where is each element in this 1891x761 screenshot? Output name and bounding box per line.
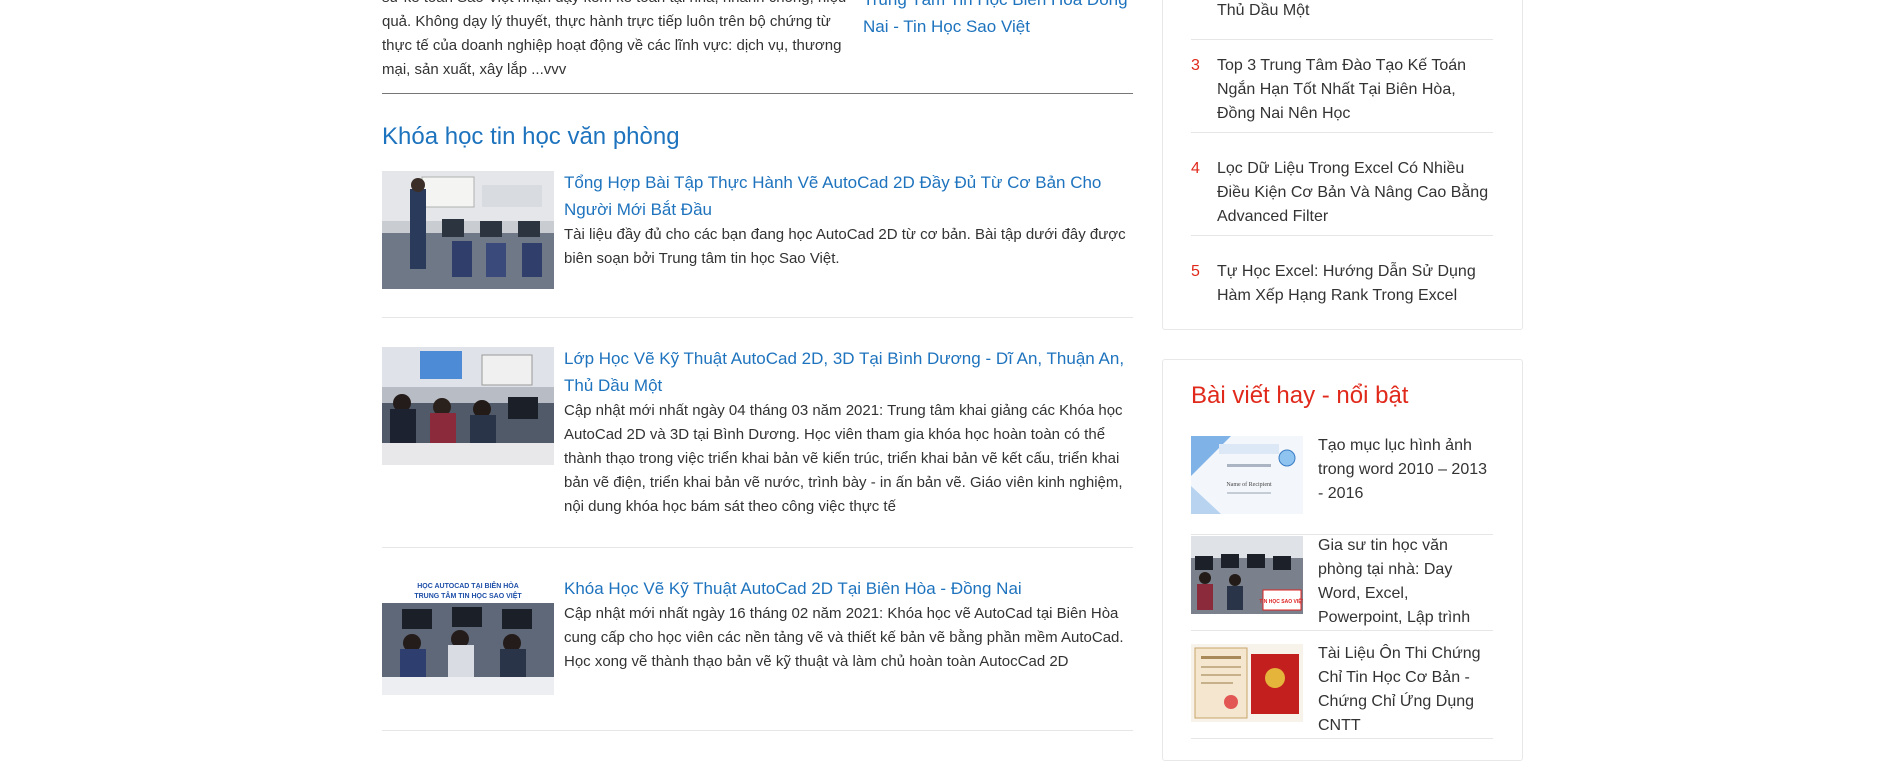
widget-title: Bài viết hay - nổi bật [1191,382,1409,409]
related-post-link[interactable]: Trung Tâm Tin Học Biên Hòa Đồng Nai - Ti… [863,0,1133,40]
featured-thumbnail[interactable] [1191,644,1303,722]
ranked-item[interactable]: 5 Tự Học Excel: Hướng Dẫn Sử Dụng Hàm Xế… [1191,260,1493,314]
ranked-item[interactable]: Thủ Dầu Một [1191,0,1493,40]
ranked-item-number: 3 [1191,57,1200,74]
ranked-item-title[interactable]: Tự Học Excel: Hướng Dẫn Sử Dụng Hàm Xếp … [1217,260,1493,308]
post-title-link[interactable]: Lớp Học Vẽ Kỹ Thuật AutoCad 2D, 3D Tại B… [564,345,1133,399]
post-thumbnail[interactable] [382,171,554,289]
classroom-photo-icon: TIN HỌC SAO VIỆT [1191,536,1303,614]
post-excerpt: Tài liệu đầy đủ cho các bạn đang học Aut… [564,226,1126,267]
post-item: Lớp Học Vẽ Kỹ Thuật AutoCad 2D, 3D Tại B… [382,347,1133,548]
ranked-item-title[interactable]: Top 3 Trung Tâm Đào Tạo Kế Toán Ngắn Hạn… [1217,54,1493,126]
featured-item-title[interactable]: Gia sư tin học văn phòng tại nhà: Day Wo… [1318,534,1493,630]
section-divider [382,93,1133,94]
featured-item[interactable]: TIN HỌC SAO VIỆT Gia sư tin học văn phòn… [1191,534,1493,631]
featured-thumbnail[interactable]: TIN HỌC SAO VIỆT [1191,536,1303,614]
classroom-photo-icon [382,171,554,289]
post-item: HỌC AUTOCAD TẠI BIÊN HÒA TRUNG TÂM TIN H… [382,577,1133,731]
post-body: Lớp Học Vẽ Kỹ Thuật AutoCad 2D, 3D Tại B… [564,345,1133,519]
post-title-link[interactable]: Khóa Học Vẽ Kỹ Thuật AutoCad 2D Tại Biên… [564,575,1133,602]
ranked-item-title[interactable]: Lọc Dữ Liệu Trong Excel Có Nhiều Điều Ki… [1217,157,1493,229]
post-thumbnail[interactable] [382,347,554,465]
previous-post-excerpt: sư kế toán Sao Việt nhận dạy kèm kế toán… [382,0,846,78]
ranked-item-title[interactable]: Thủ Dầu Một [1217,0,1493,23]
classroom-photo-icon [382,347,554,465]
featured-item-title[interactable]: Tạo mục lục hình ảnh trong word 2010 – 2… [1318,434,1493,506]
ranked-item[interactable]: 3 Top 3 Trung Tâm Đào Tạo Kế Toán Ngắn H… [1191,54,1493,133]
featured-item[interactable]: Name of Recipient Tạo mục lục hình ảnh t… [1191,434,1493,535]
svg-text:Name of Recipient: Name of Recipient [1226,481,1272,488]
featured-thumbnail[interactable]: Name of Recipient [1191,436,1303,514]
classroom-photo-icon: HỌC AUTOCAD TẠI BIÊN HÒA TRUNG TÂM TIN H… [382,577,554,695]
popular-posts-widget: Thủ Dầu Một 3 Top 3 Trung Tâm Đào Tạo Kế… [1162,0,1523,330]
svg-text:TIN HỌC SAO VIỆT: TIN HỌC SAO VIỆT [1259,597,1303,605]
post-excerpt: Cập nhật mới nhất ngày 04 tháng 03 năm 2… [564,402,1123,515]
ranked-item[interactable]: 4 Lọc Dữ Liệu Trong Excel Có Nhiều Điều … [1191,157,1493,236]
ranked-item-number: 5 [1191,263,1200,280]
featured-item[interactable]: Tài Liệu Ôn Thi Chứng Chỉ Tin Học Cơ Bản… [1191,642,1493,739]
post-body: Khóa Học Vẽ Kỹ Thuật AutoCad 2D Tại Biên… [564,575,1133,674]
post-item: Tổng Hợp Bài Tập Thực Hành Vẽ AutoCad 2D… [382,171,1133,318]
post-excerpt: Cập nhật mới nhất ngày 16 tháng 02 năm 2… [564,605,1124,670]
ranked-item-number: 4 [1191,160,1200,177]
certificate-image-icon: Name of Recipient [1191,436,1303,514]
post-title-link[interactable]: Tổng Hợp Bài Tập Thực Hành Vẽ AutoCad 2D… [564,169,1133,223]
post-body: Tổng Hợp Bài Tập Thực Hành Vẽ AutoCad 2D… [564,169,1133,271]
svg-text:TRUNG TÂM TIN HỌC SAO VIỆT: TRUNG TÂM TIN HỌC SAO VIỆT [414,591,522,600]
main-column: sư kế toán Sao Việt nhận dạy kèm kế toán… [382,0,1133,743]
svg-text:HỌC AUTOCAD TẠI BIÊN HÒA: HỌC AUTOCAD TẠI BIÊN HÒA [417,581,519,590]
featured-posts-widget: Bài viết hay - nổi bật Name of Recipient… [1162,359,1523,761]
featured-item-title[interactable]: Tài Liệu Ôn Thi Chứng Chỉ Tin Học Cơ Bản… [1318,642,1493,738]
certificate-image-icon [1191,644,1303,722]
section-title[interactable]: Khóa học tin học văn phòng [382,121,680,153]
post-thumbnail[interactable]: HỌC AUTOCAD TẠI BIÊN HÒA TRUNG TÂM TIN H… [382,577,554,695]
